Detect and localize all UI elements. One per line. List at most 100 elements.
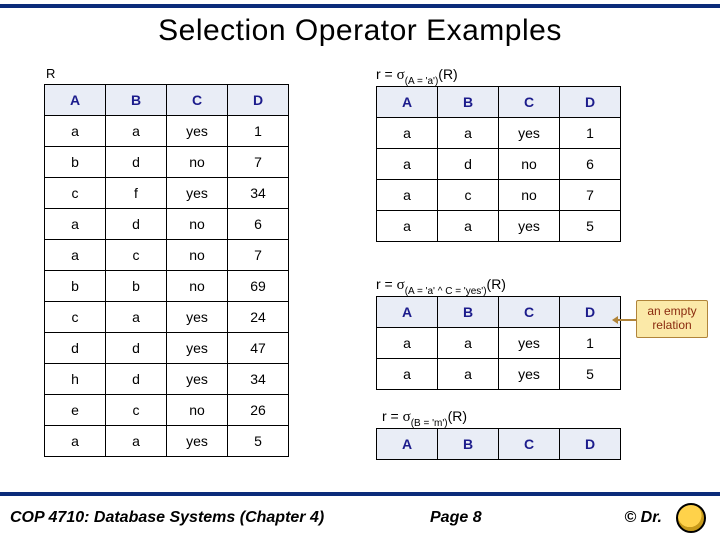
result-table-2: A B C D aayes1aayes5 xyxy=(376,296,621,390)
col-header: B xyxy=(106,85,167,116)
selection-expr-3: r = σ(B = 'm')(R) xyxy=(382,408,467,428)
table-cell: yes xyxy=(167,333,228,364)
sigma-icon: σ xyxy=(397,277,405,293)
table-row: bdno7 xyxy=(45,147,289,178)
table-cell: a xyxy=(377,211,438,242)
table-cell: h xyxy=(45,364,106,395)
table-row: adno6 xyxy=(377,149,621,180)
sigma-icon: σ xyxy=(403,409,411,425)
table-cell: no xyxy=(499,149,560,180)
table-row: adno6 xyxy=(45,209,289,240)
expr-suffix: (R) xyxy=(448,408,467,424)
col-header: D xyxy=(228,85,289,116)
table-cell: a xyxy=(106,426,167,457)
table-cell: a xyxy=(45,240,106,271)
table-row: aayes1 xyxy=(45,116,289,147)
col-header: C xyxy=(499,429,560,460)
table-cell: yes xyxy=(499,328,560,359)
table-row: ecno26 xyxy=(45,395,289,426)
table-cell: c xyxy=(45,302,106,333)
empty-relation-annotation: an empty relation xyxy=(636,300,708,338)
col-header: D xyxy=(560,87,621,118)
table-cell: 1 xyxy=(560,328,621,359)
table-cell: 34 xyxy=(228,178,289,209)
table-cell: d xyxy=(45,333,106,364)
table-cell: 5 xyxy=(228,426,289,457)
table-cell: yes xyxy=(167,426,228,457)
col-header: A xyxy=(377,297,438,328)
table-cell: a xyxy=(377,180,438,211)
table-cell: 34 xyxy=(228,364,289,395)
table-cell: 47 xyxy=(228,333,289,364)
table-cell: a xyxy=(377,328,438,359)
table-cell: yes xyxy=(167,302,228,333)
table-cell: d xyxy=(106,147,167,178)
table-cell: no xyxy=(167,209,228,240)
col-header: A xyxy=(45,85,106,116)
annotation-connector xyxy=(618,319,636,321)
table-cell: 7 xyxy=(560,180,621,211)
footer-author: © Dr. xyxy=(624,509,662,527)
table-cell: c xyxy=(438,180,499,211)
table-cell: a xyxy=(106,302,167,333)
table-row: aayes5 xyxy=(377,211,621,242)
table-cell: b xyxy=(45,147,106,178)
slide-title: Selection Operator Examples xyxy=(0,14,720,48)
table-cell: a xyxy=(438,211,499,242)
table-cell: c xyxy=(106,395,167,426)
footer-course: COP 4710: Database Systems (Chapter 4) xyxy=(10,509,324,527)
table-cell: no xyxy=(167,271,228,302)
table-row: cfyes34 xyxy=(45,178,289,209)
table-cell: 26 xyxy=(228,395,289,426)
table-cell: no xyxy=(167,395,228,426)
table-cell: no xyxy=(167,240,228,271)
table-row: aayes5 xyxy=(377,359,621,390)
table-cell: d xyxy=(106,364,167,395)
table-cell: a xyxy=(45,426,106,457)
table-cell: b xyxy=(45,271,106,302)
table-cell: a xyxy=(45,209,106,240)
result-table-1: A B C D aayes1adno6acno7aayes5 xyxy=(376,86,621,242)
table-cell: 5 xyxy=(560,211,621,242)
table-cell: d xyxy=(106,333,167,364)
table-row: bbno69 xyxy=(45,271,289,302)
col-header: B xyxy=(438,429,499,460)
expr-suffix: (R) xyxy=(487,276,506,292)
table-cell: 24 xyxy=(228,302,289,333)
expr-prefix: r = xyxy=(376,66,397,82)
sigma-icon: σ xyxy=(397,67,405,83)
selection-expr-2: r = σ(A = 'a' ^ C = 'yes')(R) xyxy=(376,276,506,296)
table-cell: 7 xyxy=(228,240,289,271)
table-cell: 7 xyxy=(228,147,289,178)
table-cell: f xyxy=(106,178,167,209)
table-cell: no xyxy=(167,147,228,178)
table-cell: yes xyxy=(167,364,228,395)
table-cell: a xyxy=(377,359,438,390)
table-cell: 1 xyxy=(228,116,289,147)
table-cell: a xyxy=(377,118,438,149)
col-header: B xyxy=(438,87,499,118)
relation-R-table: A B C D aayes1bdno7cfyes34adno6acno7bbno… xyxy=(44,84,289,457)
col-header: C xyxy=(499,87,560,118)
footer-page: Page 8 xyxy=(430,509,482,527)
table-cell: yes xyxy=(499,359,560,390)
table-cell: a xyxy=(377,149,438,180)
table-cell: 5 xyxy=(560,359,621,390)
table-cell: d xyxy=(438,149,499,180)
footer: COP 4710: Database Systems (Chapter 4) P… xyxy=(0,496,720,540)
table-row: ddyes47 xyxy=(45,333,289,364)
table-cell: a xyxy=(438,328,499,359)
col-header: A xyxy=(377,429,438,460)
expr-prefix: r = xyxy=(376,276,397,292)
expr-prefix: r = xyxy=(382,408,403,424)
table-cell: no xyxy=(499,180,560,211)
col-header: B xyxy=(438,297,499,328)
col-header: A xyxy=(377,87,438,118)
slide: Selection Operator Examples R A B C D aa… xyxy=(0,0,720,540)
table-cell: yes xyxy=(167,178,228,209)
table-cell: a xyxy=(438,359,499,390)
table-cell: 6 xyxy=(560,149,621,180)
table-row: aayes1 xyxy=(377,118,621,149)
table-cell: 6 xyxy=(228,209,289,240)
table-cell: 1 xyxy=(560,118,621,149)
